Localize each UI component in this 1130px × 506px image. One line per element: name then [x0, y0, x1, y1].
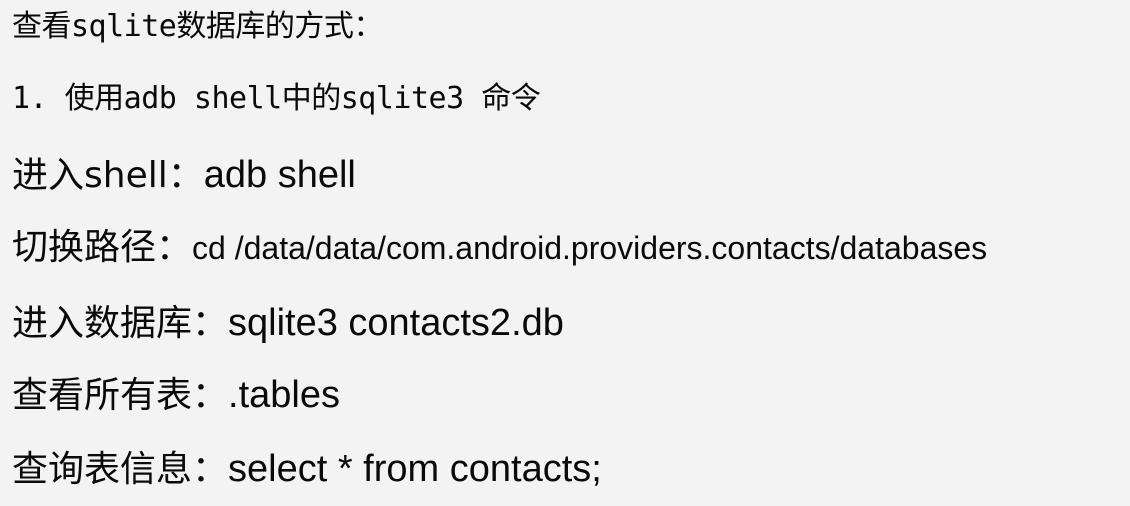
heading-text: 查看sqlite数据库的方式：	[12, 9, 383, 44]
document-heading: 查看sqlite数据库的方式：	[12, 12, 383, 42]
step-label: 切换路径：	[12, 227, 193, 268]
step-command: select * from contacts;	[228, 448, 602, 490]
step-enter-database: 进入数据库：sqlite3 contacts2.db	[12, 304, 564, 342]
step-label: 进入shell：	[12, 155, 204, 196]
step-query-table: 查询表信息：select * from contacts;	[12, 450, 602, 488]
step-change-path: 切换路径：cd /data/data/com.android.providers…	[12, 230, 987, 266]
step-enter-shell: 进入shell：adb shell	[12, 156, 356, 194]
subheading-text: 1. 使用adb shell中的sqlite3 命令	[12, 81, 541, 116]
document-subheading: 1. 使用adb shell中的sqlite3 命令	[12, 81, 541, 116]
document-page: 查看sqlite数据库的方式： 1. 使用adb shell中的sqlite3 …	[0, 0, 1130, 506]
step-label: 查询表信息：	[12, 449, 229, 490]
step-command: adb shell	[203, 154, 356, 196]
step-label: 进入数据库：	[12, 303, 229, 344]
step-command: cd /data/data/com.android.providers.cont…	[192, 230, 988, 266]
step-command: sqlite3 contacts2.db	[228, 302, 564, 344]
step-command: .tables	[228, 374, 340, 416]
step-list-tables: 查看所有表：.tables	[12, 376, 340, 414]
step-label: 查看所有表：	[12, 375, 229, 416]
